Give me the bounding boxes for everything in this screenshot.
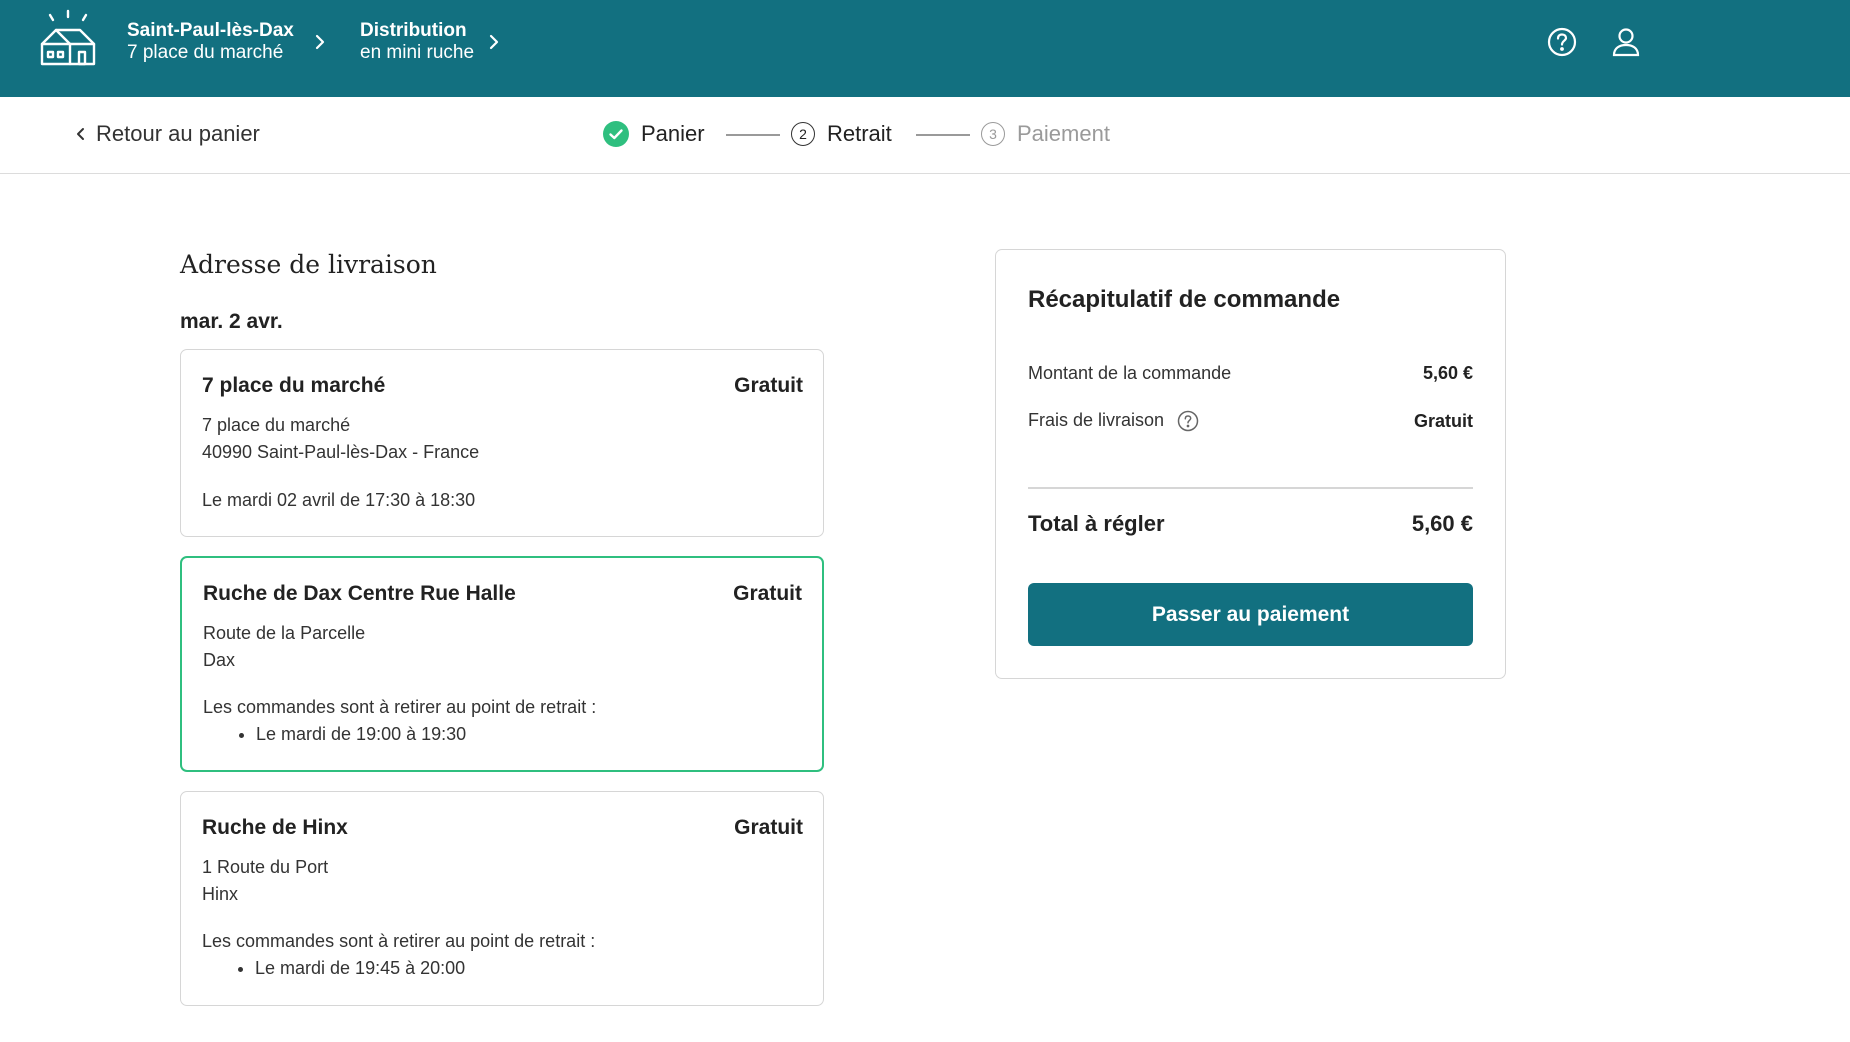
proceed-to-payment-button[interactable]: Passer au paiement bbox=[1028, 583, 1473, 646]
step-number: 2 bbox=[791, 122, 815, 146]
delivery-fee-label: Frais de livraison bbox=[1028, 410, 1165, 430]
location-name: Saint-Paul-lès-Dax bbox=[127, 20, 294, 41]
order-amount-value: 5,60 € bbox=[1422, 363, 1473, 383]
step-label: Paiement bbox=[1017, 121, 1110, 146]
option-schedule: Le mardi 02 avril de 17:30 à 18:30 bbox=[202, 490, 476, 510]
chevron-right-icon bbox=[489, 34, 499, 50]
option-address-line1: 7 place du marché bbox=[202, 415, 351, 435]
step-cart: Panier bbox=[603, 121, 705, 147]
delivery-option-card-selected[interactable]: Ruche de Dax Centre Rue Halle Gratuit Ro… bbox=[180, 556, 824, 772]
distribution-selector[interactable]: Distribution en mini ruche bbox=[360, 20, 474, 64]
option-slots: Le mardi de 19:45 à 20:00 bbox=[202, 955, 803, 981]
delivery-fee-row: Frais de livraison Gratuit bbox=[1028, 410, 1473, 432]
delivery-fee-value: Gratuit bbox=[1413, 410, 1473, 431]
location-address: 7 place du marché bbox=[127, 42, 284, 63]
house-logo-icon[interactable] bbox=[36, 8, 100, 70]
top-bar: Saint-Paul-lès-Dax 7 place du marché Dis… bbox=[0, 0, 1850, 97]
summary-title: Récapitulatif de commande bbox=[1028, 286, 1341, 313]
step-number: 3 bbox=[981, 122, 1005, 146]
order-summary-panel: Récapitulatif de commande Montant de la … bbox=[995, 249, 1506, 679]
delivery-section-title: Adresse de livraison bbox=[180, 250, 437, 279]
option-address-line2: 40990 Saint-Paul-lès-Dax - France bbox=[202, 442, 480, 462]
chevron-right-icon bbox=[315, 34, 325, 50]
delivery-option-card[interactable]: 7 place du marché Gratuit 7 place du mar… bbox=[180, 349, 824, 537]
step-label: Panier bbox=[641, 121, 705, 146]
user-icon[interactable] bbox=[1610, 26, 1642, 58]
option-name: 7 place du marché bbox=[202, 374, 386, 397]
step-label: Retrait bbox=[827, 121, 892, 146]
total-label: Total à régler bbox=[1028, 511, 1165, 536]
delivery-date: mar. 2 avr. bbox=[180, 310, 283, 333]
location-selector[interactable]: Saint-Paul-lès-Dax 7 place du marché bbox=[127, 20, 294, 64]
step-pickup: 2 Retrait bbox=[791, 121, 892, 147]
option-price: Gratuit bbox=[733, 582, 802, 605]
summary-divider bbox=[1028, 487, 1473, 489]
step-connector bbox=[726, 134, 780, 136]
option-price: Gratuit bbox=[734, 816, 803, 839]
order-amount-label: Montant de la commande bbox=[1028, 363, 1232, 383]
option-address-line1: 1 Route du Port bbox=[202, 857, 329, 877]
help-icon[interactable] bbox=[1177, 410, 1199, 432]
distribution-title: Distribution bbox=[360, 20, 467, 41]
order-amount-row: Montant de la commande 5,60 € bbox=[1028, 363, 1473, 384]
option-price: Gratuit bbox=[734, 374, 803, 397]
distribution-mode: en mini ruche bbox=[360, 42, 475, 63]
help-icon[interactable] bbox=[1546, 26, 1578, 58]
check-circle-icon bbox=[603, 121, 629, 147]
option-address-line2: Dax bbox=[203, 650, 236, 670]
chevron-left-icon bbox=[77, 128, 84, 140]
checkout-steps-bar: Retour au panier Panier 2 Retrait 3 Paie… bbox=[0, 97, 1850, 174]
option-name: Ruche de Dax Centre Rue Halle bbox=[203, 582, 516, 605]
total-value: 5,60 € bbox=[1411, 511, 1473, 536]
option-slot: Le mardi de 19:45 à 20:00 bbox=[255, 955, 803, 981]
delivery-option-card[interactable]: Ruche de Hinx Gratuit 1 Route du Port Hi… bbox=[180, 791, 824, 1006]
back-label: Retour au panier bbox=[96, 121, 260, 146]
step-connector bbox=[916, 134, 970, 136]
step-payment: 3 Paiement bbox=[981, 121, 1110, 147]
total-row: Total à régler 5,60 € bbox=[1028, 511, 1473, 537]
option-name: Ruche de Hinx bbox=[202, 816, 348, 839]
option-info: Les commandes sont à retirer au point de… bbox=[202, 931, 596, 951]
back-to-cart-link[interactable]: Retour au panier bbox=[76, 121, 260, 147]
option-address-line1: Route de la Parcelle bbox=[203, 623, 366, 643]
option-slots: Le mardi de 19:00 à 19:30 bbox=[203, 721, 802, 747]
option-info: Les commandes sont à retirer au point de… bbox=[203, 697, 597, 717]
option-slot: Le mardi de 19:00 à 19:30 bbox=[256, 721, 802, 747]
option-address-line2: Hinx bbox=[202, 884, 239, 904]
